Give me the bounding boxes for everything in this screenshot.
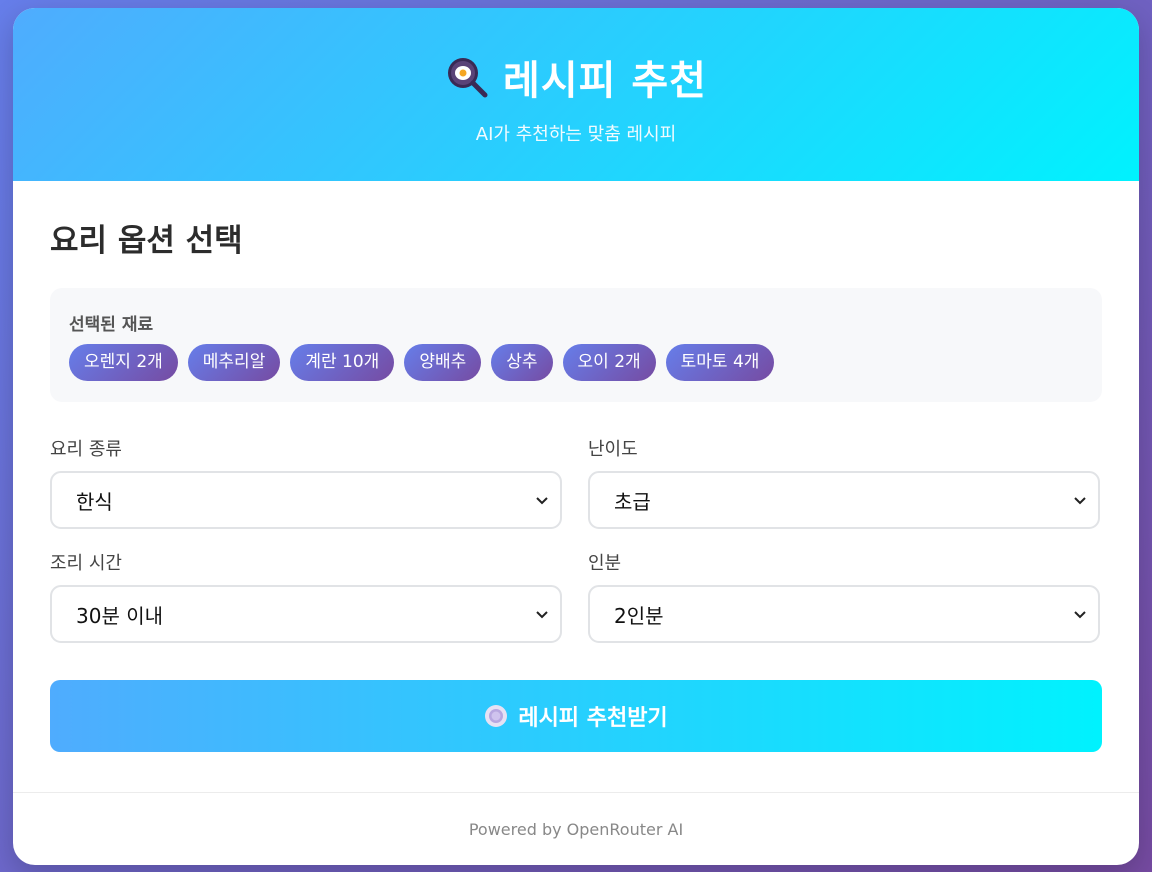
app-subtitle: AI가 추천하는 맞춤 레시피 bbox=[475, 124, 677, 145]
chevron-down-icon bbox=[536, 497, 548, 505]
servings-label: 인분 bbox=[588, 553, 622, 574]
chevron-down-icon bbox=[1074, 497, 1086, 505]
get-recipe-button[interactable]: 레시피 추천받기 bbox=[50, 680, 1102, 752]
options-form: 요리 종류 한식 난이도 초급 조리 시간 30분 이내 인분 2인분 bbox=[50, 435, 1102, 643]
footer: Powered by OpenRouter AI bbox=[13, 792, 1139, 865]
get-recipe-label: 레시피 추천받기 bbox=[518, 706, 668, 731]
header-title-row: 레시피 추천 bbox=[13, 52, 1139, 104]
time-select[interactable]: 30분 이내 bbox=[50, 585, 562, 643]
selected-ingredients-label: 선택된 재료 bbox=[69, 315, 154, 335]
time-field: 조리 시간 30분 이내 bbox=[50, 549, 562, 643]
cuisine-value: 한식 bbox=[76, 489, 113, 514]
ingredient-chip[interactable]: 상추 bbox=[491, 344, 553, 381]
app-title: 레시피 추천 bbox=[503, 58, 707, 104]
section-title: 요리 옵션 선택 bbox=[50, 223, 243, 259]
ingredient-chip[interactable]: 오렌지 2개 bbox=[69, 344, 178, 381]
cuisine-field: 요리 종류 한식 bbox=[50, 435, 562, 529]
servings-field: 인분 2인분 bbox=[588, 549, 1100, 643]
ingredient-chip[interactable]: 토마토 4개 bbox=[665, 344, 775, 381]
difficulty-select[interactable]: 초급 bbox=[588, 471, 1100, 529]
difficulty-field: 난이도 초급 bbox=[588, 435, 1100, 529]
chevron-down-icon bbox=[1074, 611, 1086, 619]
options-section: 요리 옵션 선택 선택된 재료 오렌지 2개 메추리알 계란 10개 양배추 상… bbox=[13, 181, 1139, 752]
header: 레시피 추천 AI가 추천하는 맞춤 레시피 bbox=[13, 8, 1139, 181]
ingredient-chip[interactable]: 오이 2개 bbox=[562, 344, 656, 381]
footer-text: Powered by OpenRouter AI bbox=[468, 819, 684, 839]
cuisine-select[interactable]: 한식 bbox=[50, 471, 562, 529]
ingredient-chip[interactable]: 메추리알 bbox=[187, 344, 281, 381]
ingredient-chip-list: 오렌지 2개 메추리알 계란 10개 양배추 상추 오이 2개 토마토 4개 bbox=[69, 344, 1083, 381]
selected-ingredients-panel: 선택된 재료 오렌지 2개 메추리알 계란 10개 양배추 상추 오이 2개 토… bbox=[50, 288, 1102, 402]
plate-icon bbox=[485, 705, 508, 727]
servings-select[interactable]: 2인분 bbox=[588, 585, 1100, 643]
ingredient-chip[interactable]: 양배추 bbox=[404, 344, 482, 381]
recipe-card: 레시피 추천 AI가 추천하는 맞춤 레시피 요리 옵션 선택 선택된 재료 오… bbox=[13, 8, 1139, 865]
time-label: 조리 시간 bbox=[50, 553, 122, 574]
chevron-down-icon bbox=[536, 611, 548, 619]
difficulty-value: 초급 bbox=[614, 489, 651, 514]
ingredient-chip[interactable]: 계란 10개 bbox=[290, 344, 395, 381]
difficulty-label: 난이도 bbox=[588, 439, 638, 460]
frying-pan-icon bbox=[448, 58, 488, 98]
cuisine-label: 요리 종류 bbox=[50, 439, 122, 460]
time-value: 30분 이내 bbox=[76, 603, 164, 628]
servings-value: 2인분 bbox=[614, 603, 664, 628]
